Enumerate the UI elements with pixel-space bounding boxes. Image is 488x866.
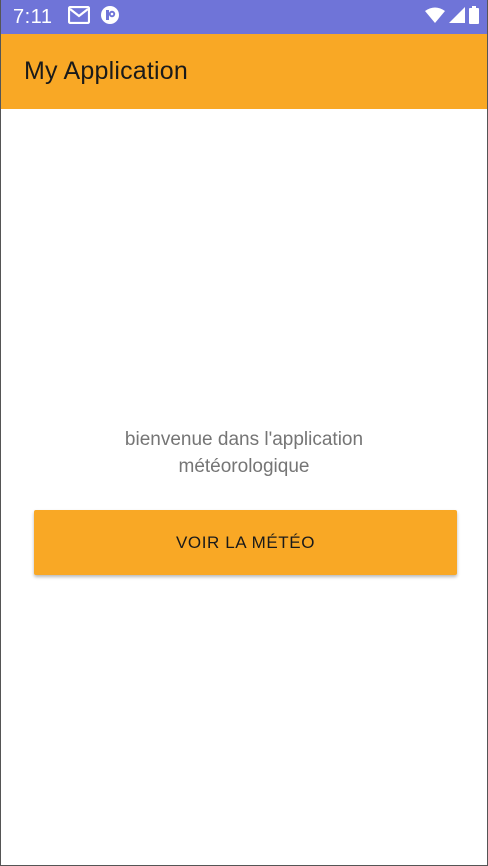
wifi-icon xyxy=(425,7,445,28)
app-bar: My Application xyxy=(1,34,487,109)
welcome-line-2: météorologique xyxy=(178,456,310,477)
cell-signal-icon xyxy=(449,6,465,28)
welcome-message: bienvenue dans l'application météorologi… xyxy=(1,426,487,480)
app-notification-icon xyxy=(100,5,120,30)
app-title: My Application xyxy=(24,57,188,85)
view-weather-button[interactable]: VOIR LA MÉTÉO xyxy=(34,510,457,575)
status-right-icons xyxy=(425,5,479,29)
app-screen: 7:11 My Application bienvenue dans l'app… xyxy=(0,0,488,866)
gmail-icon xyxy=(68,5,91,29)
battery-icon xyxy=(469,5,479,29)
status-left-icons xyxy=(68,5,120,30)
status-bar: 7:11 xyxy=(1,0,487,34)
status-time: 7:11 xyxy=(13,5,53,28)
welcome-line-1: bienvenue dans l'application xyxy=(124,429,364,450)
